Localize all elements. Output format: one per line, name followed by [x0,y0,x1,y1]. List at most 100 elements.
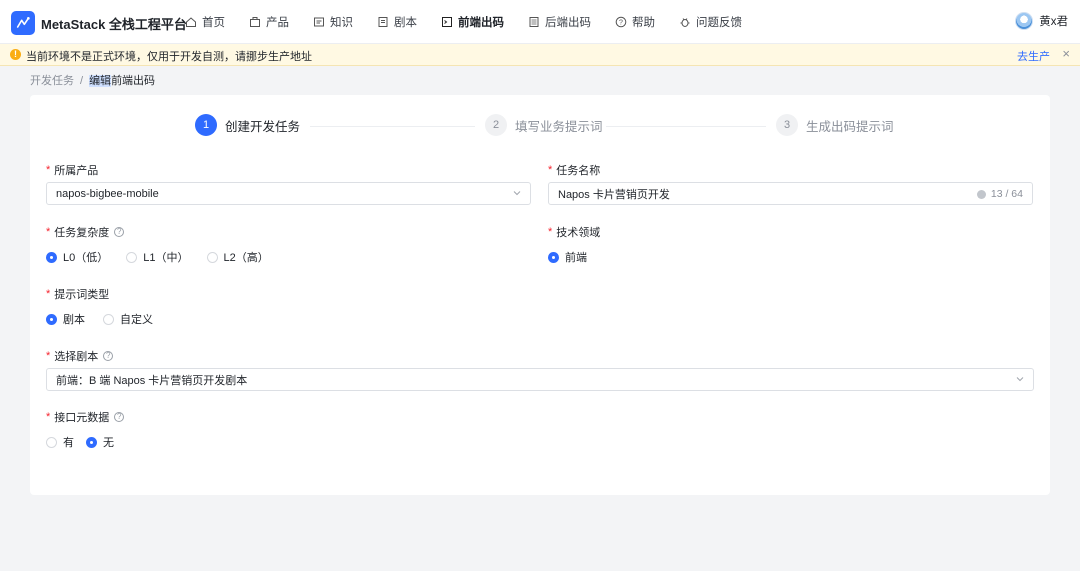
radio-dot [126,251,138,263]
product-value: napos-bigbee-mobile [56,187,159,200]
script-label-text: 选择剧本 [54,351,99,363]
help-icon[interactable]: ? [114,227,125,237]
close-icon[interactable]: × [1062,46,1070,61]
radio-label: 前端 [565,252,587,264]
help-icon[interactable]: ? [114,412,125,422]
required-mark: * [548,164,553,176]
breadcrumb: 开发任务 / 编辑前端出码 [30,72,155,88]
step-label: 填写业务提示词 [515,119,603,134]
required-mark: * [46,411,51,423]
radio-dot [548,251,559,263]
step-label: 创建开发任务 [225,119,301,134]
prompt-type-label-text: 提示词类型 [54,289,110,301]
user-menu[interactable]: 黄x君 [1015,12,1068,30]
server-icon [529,17,539,27]
terminal-icon [442,17,452,27]
main-nav: 首页 产品 知识 剧本 前端出码 后端出码 ? 帮助 问题反馈 [185,0,766,44]
step-1: 1 创建开发任务 [195,114,300,136]
clear-icon[interactable] [976,189,986,199]
nav-item-script[interactable]: 剧本 [377,0,417,44]
nav-label: 剧本 [394,17,417,29]
radio-label: L2（高） [223,252,269,264]
required-mark: * [548,226,553,238]
nav-item-product[interactable]: 产品 [249,0,289,44]
help-icon: ? [615,16,627,28]
warning-icon: ! [10,49,21,60]
step-label: 生成出码提示词 [806,119,894,134]
prompt-type-label: * 提示词类型 [46,286,109,302]
required-mark: * [46,164,51,176]
app-brand: MetaStack 全栈工程平台 [41,17,187,32]
step-number: 3 [776,114,798,136]
api-meta-label: * 接口元数据 ? [46,409,125,425]
task-name-input[interactable]: Napos 卡片营销页开发 13 / 64 [548,182,1033,205]
script-icon [378,17,388,27]
breadcrumb-root[interactable]: 开发任务 [30,75,74,87]
nav-item-feedback[interactable]: 问题反馈 [679,0,742,44]
task-name-value: Napos 卡片营销页开发 [558,188,670,201]
nav-label: 前端出码 [458,17,504,29]
logo-icon [16,17,30,28]
required-mark: * [46,350,51,362]
radio-l0[interactable]: L0（低） [46,249,108,265]
task-name-label-text: 任务名称 [556,165,601,177]
nav-label: 知识 [330,17,353,29]
radio-script[interactable]: 剧本 [46,311,85,327]
step-3: 3 生成出码提示词 [776,114,894,136]
radio-dot [103,313,114,325]
task-name-label: * 任务名称 [548,162,600,178]
radio-custom[interactable]: 自定义 [103,311,153,327]
chevron-down-icon [1016,377,1024,382]
breadcrumb-current-highlight: 编辑 [89,75,112,87]
radio-yes[interactable]: 有 [46,434,74,450]
product-label-text: 所属产品 [54,165,99,177]
nav-label: 首页 [202,17,225,29]
script-value: 前端：B 端 Napos 卡片营销页开发剧本 [56,374,248,387]
breadcrumb-current: 编辑前端出码 [89,75,155,87]
radio-label: L0（低） [63,252,109,264]
prompt-type-radio-group: 剧本 自定义 [46,311,171,327]
radio-frontend[interactable]: 前端 [548,249,587,265]
radio-dot [86,436,97,448]
nav-item-backend-code[interactable]: 后端出码 [528,0,591,44]
nav-item-home[interactable]: 首页 [185,0,225,44]
nav-label: 帮助 [632,17,655,29]
radio-l1[interactable]: L1（中） [126,249,189,265]
step-2: 2 填写业务提示词 [485,114,603,136]
required-mark: * [46,226,51,238]
radio-no[interactable]: 无 [86,434,114,450]
tech-domain-radio-group: 前端 [548,249,605,265]
breadcrumb-current-rest: 前端出码 [111,75,156,87]
radio-l2[interactable]: L2（高） [206,249,269,265]
radio-dot [206,251,218,263]
tech-domain-label-text: 技术领域 [556,227,601,239]
radio-label: 有 [63,437,74,449]
warning-text: 当前环境不是正式环境，仅用于开发自测，请挪步生产地址 [26,51,312,63]
product-select[interactable]: napos-bigbee-mobile [46,182,531,205]
nav-label: 产品 [266,17,289,29]
nav-label: 后端出码 [545,17,591,29]
radio-label: 自定义 [120,314,153,326]
tech-domain-label: * 技术领域 [548,224,600,240]
form-card: 1 创建开发任务 2 填写业务提示词 3 生成出码提示词 * 所属产品 napo… [30,95,1050,495]
radio-dot [46,251,57,263]
complexity-radio-group: L0（低） L1（中） L2（高） [46,249,287,265]
required-mark: * [46,288,51,300]
nav-item-help[interactable]: ? 帮助 [615,0,655,44]
api-meta-radio-group: 有 无 [46,434,132,450]
nav-item-frontend-code[interactable]: 前端出码 [441,0,504,44]
go-production-link[interactable]: 去生产 [1017,48,1050,64]
radio-label: L1（中） [143,252,189,264]
user-name: 黄x君 [1039,16,1068,28]
radio-label: 无 [103,437,114,449]
help-icon[interactable]: ? [103,351,114,361]
api-meta-label-text: 接口元数据 [54,412,110,424]
script-select[interactable]: 前端：B 端 Napos 卡片营销页开发剧本 [46,368,1034,391]
app-logo[interactable] [11,11,35,35]
env-warning-bar: ! 当前环境不是正式环境，仅用于开发自测，请挪步生产地址 去生产 × [0,44,1080,66]
bug-icon [680,18,690,27]
step-number: 1 [195,114,217,136]
complexity-label: * 任务复杂度 ? [46,224,125,240]
nav-item-knowledge[interactable]: 知识 [313,0,353,44]
home-icon [186,17,196,27]
